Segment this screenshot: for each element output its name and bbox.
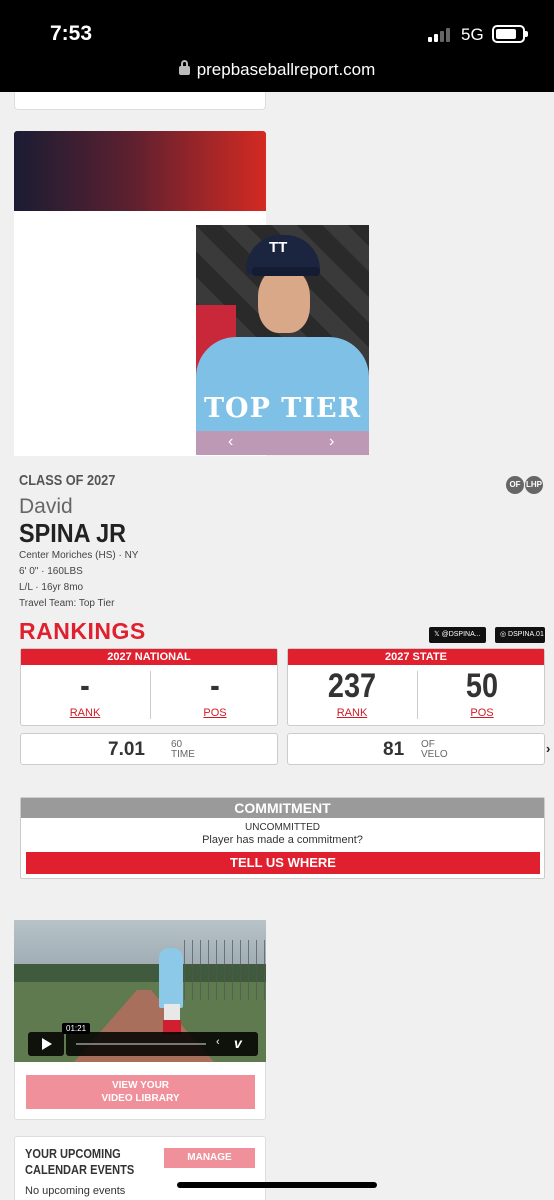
vimeo-icon[interactable]: v — [234, 1035, 242, 1051]
instagram-link[interactable]: ◎ DSPINA.01 — [495, 627, 545, 643]
state-pos-link[interactable]: POS — [418, 707, 546, 719]
stat-label-bottom: TIME — [171, 749, 195, 760]
video-library-line1: VIEW YOUR — [111, 1080, 170, 1091]
clock: 7:53 — [50, 22, 93, 45]
stat-value: 7.01 — [108, 739, 145, 760]
twitter-link[interactable]: 𝕏 @DSPINA... — [429, 627, 486, 643]
cap-logo: TT — [269, 239, 288, 256]
calendar-title: YOUR UPCOMING CALENDAR EVENTS — [25, 1146, 135, 1177]
video-library-line2: VIDEO LIBRARY — [101, 1093, 180, 1104]
school: Center Moriches (HS) · NY — [19, 550, 139, 561]
player-details: Center Moriches (HS) · NY 6' 0" · 160LBS… — [19, 548, 138, 612]
national-rank-box: 2027 NATIONAL - RANK - POS — [20, 648, 278, 726]
address-bar[interactable]: prepbaseballreport.com — [0, 60, 554, 80]
state-rank-link[interactable]: RANK — [288, 707, 416, 719]
player-photo[interactable]: TT TOP TIER ‹ › — [196, 225, 369, 455]
battery-icon — [492, 25, 528, 43]
previous-card — [14, 92, 266, 110]
photo-carousel-bar: ‹ › — [196, 431, 369, 455]
stat-card-of-velo[interactable]: 81 OF VELO — [287, 733, 545, 765]
national-rank-value: - — [80, 667, 90, 705]
shirt-text: TOP TIER — [203, 393, 362, 424]
profile-banner — [14, 131, 266, 211]
state-rank-value: 237 — [327, 667, 377, 705]
commitment-header: COMMITMENT — [21, 798, 544, 818]
video-control-bar: ‹ v — [66, 1032, 258, 1056]
commitment-prompt: Player has made a commitment? — [202, 834, 363, 846]
last-name: SPINA JR — [19, 518, 127, 548]
status-bar: 7:53 5G prepbaseballreport.com — [0, 0, 554, 92]
no-events-text: No upcoming events — [25, 1185, 126, 1197]
stat-label: OF VELO — [421, 740, 461, 760]
stat-card-60-time[interactable]: 7.01 60 TIME — [20, 733, 278, 765]
prev-photo-icon[interactable]: ‹ — [228, 433, 233, 451]
play-icon[interactable] — [28, 1032, 64, 1056]
stat-value: 81 — [383, 739, 405, 760]
share-icon[interactable]: ‹ — [216, 1036, 220, 1048]
position-badge: OF — [506, 476, 524, 494]
national-header: 2027 NATIONAL — [21, 649, 277, 665]
state-pos-value: 50 — [465, 667, 499, 705]
manage-calendar-button[interactable]: MANAGE CALENDAR — [164, 1148, 255, 1183]
national-pos-value: - — [210, 667, 220, 705]
network-type: 5G — [461, 25, 484, 44]
state-rank-box: 2027 STATE 237 RANK 50 POS — [287, 648, 545, 726]
url-text: prepbaseballreport.com — [196, 60, 376, 79]
rankings-title: RANKINGS — [19, 618, 146, 644]
tell-us-where-button[interactable]: TELL US WHERE — [26, 852, 540, 874]
video-player[interactable]: 01:21 ‹ v — [14, 920, 266, 1062]
class-of: CLASS OF 2027 — [19, 472, 116, 489]
signal-icon — [428, 27, 454, 42]
position-badges: OF LHP — [505, 474, 543, 494]
home-indicator[interactable] — [177, 1182, 377, 1188]
commitment-status: UNCOMMITTED — [245, 822, 320, 833]
lock-icon — [178, 60, 190, 75]
national-pos-link[interactable]: POS — [151, 707, 279, 719]
first-name: David — [19, 495, 73, 518]
video-progress-track[interactable] — [76, 1043, 206, 1045]
state-header: 2027 STATE — [288, 649, 544, 665]
next-photo-icon[interactable]: › — [329, 433, 334, 451]
position-badge: LHP — [525, 476, 543, 494]
stat-label: 60 TIME — [171, 740, 211, 760]
chevron-right-icon[interactable]: › — [546, 741, 550, 756]
national-rank-link[interactable]: RANK — [21, 707, 149, 719]
stat-label-bottom: VELO — [421, 749, 448, 760]
bats-throws-age: L/L · 16yr 8mo — [19, 582, 84, 593]
video-library-button[interactable]: VIEW YOUR VIDEO LIBRARY — [26, 1075, 255, 1109]
commitment-card: COMMITMENT UNCOMMITTED Player has made a… — [20, 797, 545, 879]
height-weight: 6' 0" · 160LBS — [19, 566, 83, 577]
travel-team: Travel Team: Top Tier — [19, 598, 115, 609]
